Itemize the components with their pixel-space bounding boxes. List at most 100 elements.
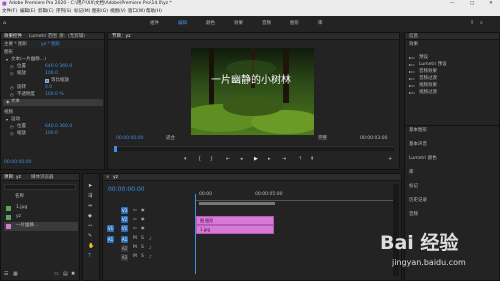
- track-target[interactable]: A3: [121, 254, 128, 261]
- uniform-scale-checkbox[interactable]: [45, 79, 49, 83]
- fit-dropdown[interactable]: 适合: [166, 136, 175, 142]
- marker-icon[interactable]: ▾: [184, 157, 187, 162]
- menu-edit[interactable]: 编辑(E): [20, 9, 35, 15]
- workspace-tab-libraries[interactable]: 库: [318, 21, 323, 27]
- menu-graphics[interactable]: 图形(G): [92, 9, 108, 15]
- maximize-button[interactable]: □: [470, 1, 474, 7]
- slip-tool-icon[interactable]: ⇿: [88, 224, 92, 229]
- track-select-tool-icon[interactable]: ⇶: [88, 194, 92, 199]
- sync-lock-icon[interactable]: ▭: [133, 208, 137, 212]
- step-back-icon[interactable]: ⇤: [226, 157, 230, 162]
- list-item-selected[interactable]: 一片幽静…: [4, 222, 78, 231]
- frame-forward-icon[interactable]: ▸: [268, 157, 271, 162]
- eye-icon[interactable]: ◉: [141, 208, 145, 212]
- clip-image[interactable]: 1.jpg: [196, 225, 274, 234]
- menu-file[interactable]: 文件(F): [2, 9, 17, 15]
- menu-window[interactable]: 窗口(W): [128, 9, 145, 15]
- source-patch-v1[interactable]: V1: [107, 225, 114, 232]
- sequence-clip-label[interactable]: yz * 图形: [41, 42, 60, 48]
- panel-title-audio[interactable]: 音频: [409, 212, 418, 218]
- ripple-edit-tool-icon[interactable]: ⇹: [88, 204, 92, 209]
- new-bin-icon[interactable]: ▭: [54, 272, 59, 277]
- tab-media-browser[interactable]: 媒体浏览器: [31, 175, 54, 181]
- type-tool-icon[interactable]: T: [88, 254, 91, 259]
- effect-row[interactable]: ▾ 文本(一片幽静…): [3, 57, 103, 64]
- mic-icon[interactable]: ♪: [149, 255, 152, 259]
- razor-tool-icon[interactable]: ◆: [88, 214, 92, 219]
- track-target[interactable]: V1: [121, 225, 128, 232]
- panel-title-essential-graphics[interactable]: 基本图形: [409, 128, 427, 134]
- project-search-input[interactable]: [4, 184, 76, 190]
- effects-folder[interactable]: ▸▭ 音频效果: [409, 69, 497, 76]
- timeline-playhead[interactable]: [195, 194, 196, 274]
- eye-icon[interactable]: ◉: [6, 100, 10, 104]
- effect-row[interactable]: 等比缩放: [3, 78, 103, 85]
- quality-dropdown[interactable]: 完整: [318, 136, 327, 142]
- property-value[interactable]: 0.0: [45, 85, 52, 91]
- list-item[interactable]: yz: [4, 213, 78, 222]
- panel-title-markers[interactable]: 标记: [409, 184, 418, 190]
- effect-row[interactable]: ◷ 位置 640.0 360.0: [3, 64, 103, 71]
- effects-folder[interactable]: ▸▭ 视频过渡: [409, 90, 497, 97]
- pen-tool-icon[interactable]: ✎: [88, 234, 92, 239]
- workspace-tab-assembly[interactable]: 组件: [150, 21, 159, 27]
- effect-row[interactable]: ◷ 缩放 100.0: [3, 71, 103, 78]
- out-icon[interactable]: }: [210, 157, 213, 162]
- stopwatch-icon[interactable]: ◷: [10, 132, 14, 136]
- effect-row[interactable]: ◷ 缩放 100.0: [3, 131, 103, 138]
- playhead[interactable]: [114, 146, 117, 152]
- panel-title-effects[interactable]: 效果: [409, 42, 418, 48]
- hand-tool-icon[interactable]: ✋: [88, 244, 94, 249]
- property-value[interactable]: 640.0 360.0: [45, 124, 72, 130]
- play-icon[interactable]: ▶: [254, 157, 258, 162]
- effect-timecode[interactable]: 00:00:00:00: [4, 160, 31, 166]
- workspace-tab-audio[interactable]: 音频: [262, 21, 271, 27]
- track-target[interactable]: A2: [121, 245, 128, 252]
- menu-marker[interactable]: 标记(M): [74, 9, 90, 15]
- stopwatch-icon[interactable]: ◷: [10, 86, 14, 90]
- effects-folder[interactable]: ▸▭ Lumetri 预设: [409, 62, 497, 69]
- clip-title-graphic[interactable]: 图 图形: [196, 216, 274, 225]
- track-target[interactable]: V2: [121, 216, 128, 223]
- source-patch-a1[interactable]: A1: [107, 236, 114, 243]
- name-column-header[interactable]: 名称: [15, 194, 24, 200]
- info-header[interactable]: 信息: [405, 33, 499, 40]
- workspace-tab-color[interactable]: 颜色: [206, 21, 215, 27]
- workspace-tab-graphics[interactable]: 图形: [290, 21, 299, 27]
- effect-row[interactable]: ▾ 运动: [3, 117, 103, 124]
- mic-icon[interactable]: ♪: [149, 237, 152, 241]
- trash-icon[interactable]: ✖: [71, 272, 75, 277]
- master-clip-label[interactable]: 主要 * 图形: [4, 42, 27, 48]
- effects-folder[interactable]: ▸▭ 音频过渡: [409, 76, 497, 83]
- disclosure-icon[interactable]: ▾: [6, 58, 8, 62]
- property-value[interactable]: 100.0: [45, 71, 58, 77]
- list-view-icon[interactable]: ☰: [4, 272, 8, 277]
- mute-button[interactable]: M: [133, 254, 137, 260]
- property-value[interactable]: 100.0 %: [45, 92, 64, 98]
- minimize-button[interactable]: —: [450, 1, 455, 7]
- menu-sequence[interactable]: 序列(S): [56, 9, 71, 15]
- effect-row-selected[interactable]: ◉ 文本: [3, 99, 103, 106]
- menu-view[interactable]: 视图(V): [110, 9, 126, 15]
- stopwatch-icon[interactable]: ◷: [10, 93, 14, 97]
- mute-button[interactable]: M: [133, 236, 137, 242]
- menu-clip[interactable]: 剪辑(C): [38, 9, 54, 15]
- tab-effect-controls[interactable]: 效果控件: [4, 34, 22, 40]
- stopwatch-icon[interactable]: ◷: [10, 125, 14, 129]
- sync-lock-icon[interactable]: ▭: [133, 217, 137, 221]
- add-button-icon[interactable]: +: [388, 157, 392, 162]
- workspace-tab-effects[interactable]: 效果: [234, 21, 243, 27]
- eye-icon[interactable]: ◉: [141, 226, 145, 230]
- property-value[interactable]: 640.0 360.0: [45, 64, 72, 70]
- effect-row[interactable]: ◷ 不透明度 100.0 %: [3, 92, 103, 99]
- title-overlay-text[interactable]: 一片幽静的小树林: [211, 74, 306, 87]
- tab-source[interactable]: 源：(无剪辑): [59, 34, 85, 40]
- property-value[interactable]: 100.0: [45, 131, 58, 137]
- search-icon[interactable]: ⌕: [480, 21, 483, 26]
- program-scrubber[interactable]: [114, 146, 394, 152]
- tab-program[interactable]: 节目：yz: [112, 34, 131, 40]
- disclosure-icon[interactable]: ▾: [6, 118, 8, 122]
- close-button[interactable]: ✕: [489, 1, 493, 7]
- home-icon[interactable]: ⌂: [3, 21, 6, 26]
- mute-button[interactable]: M: [133, 245, 137, 251]
